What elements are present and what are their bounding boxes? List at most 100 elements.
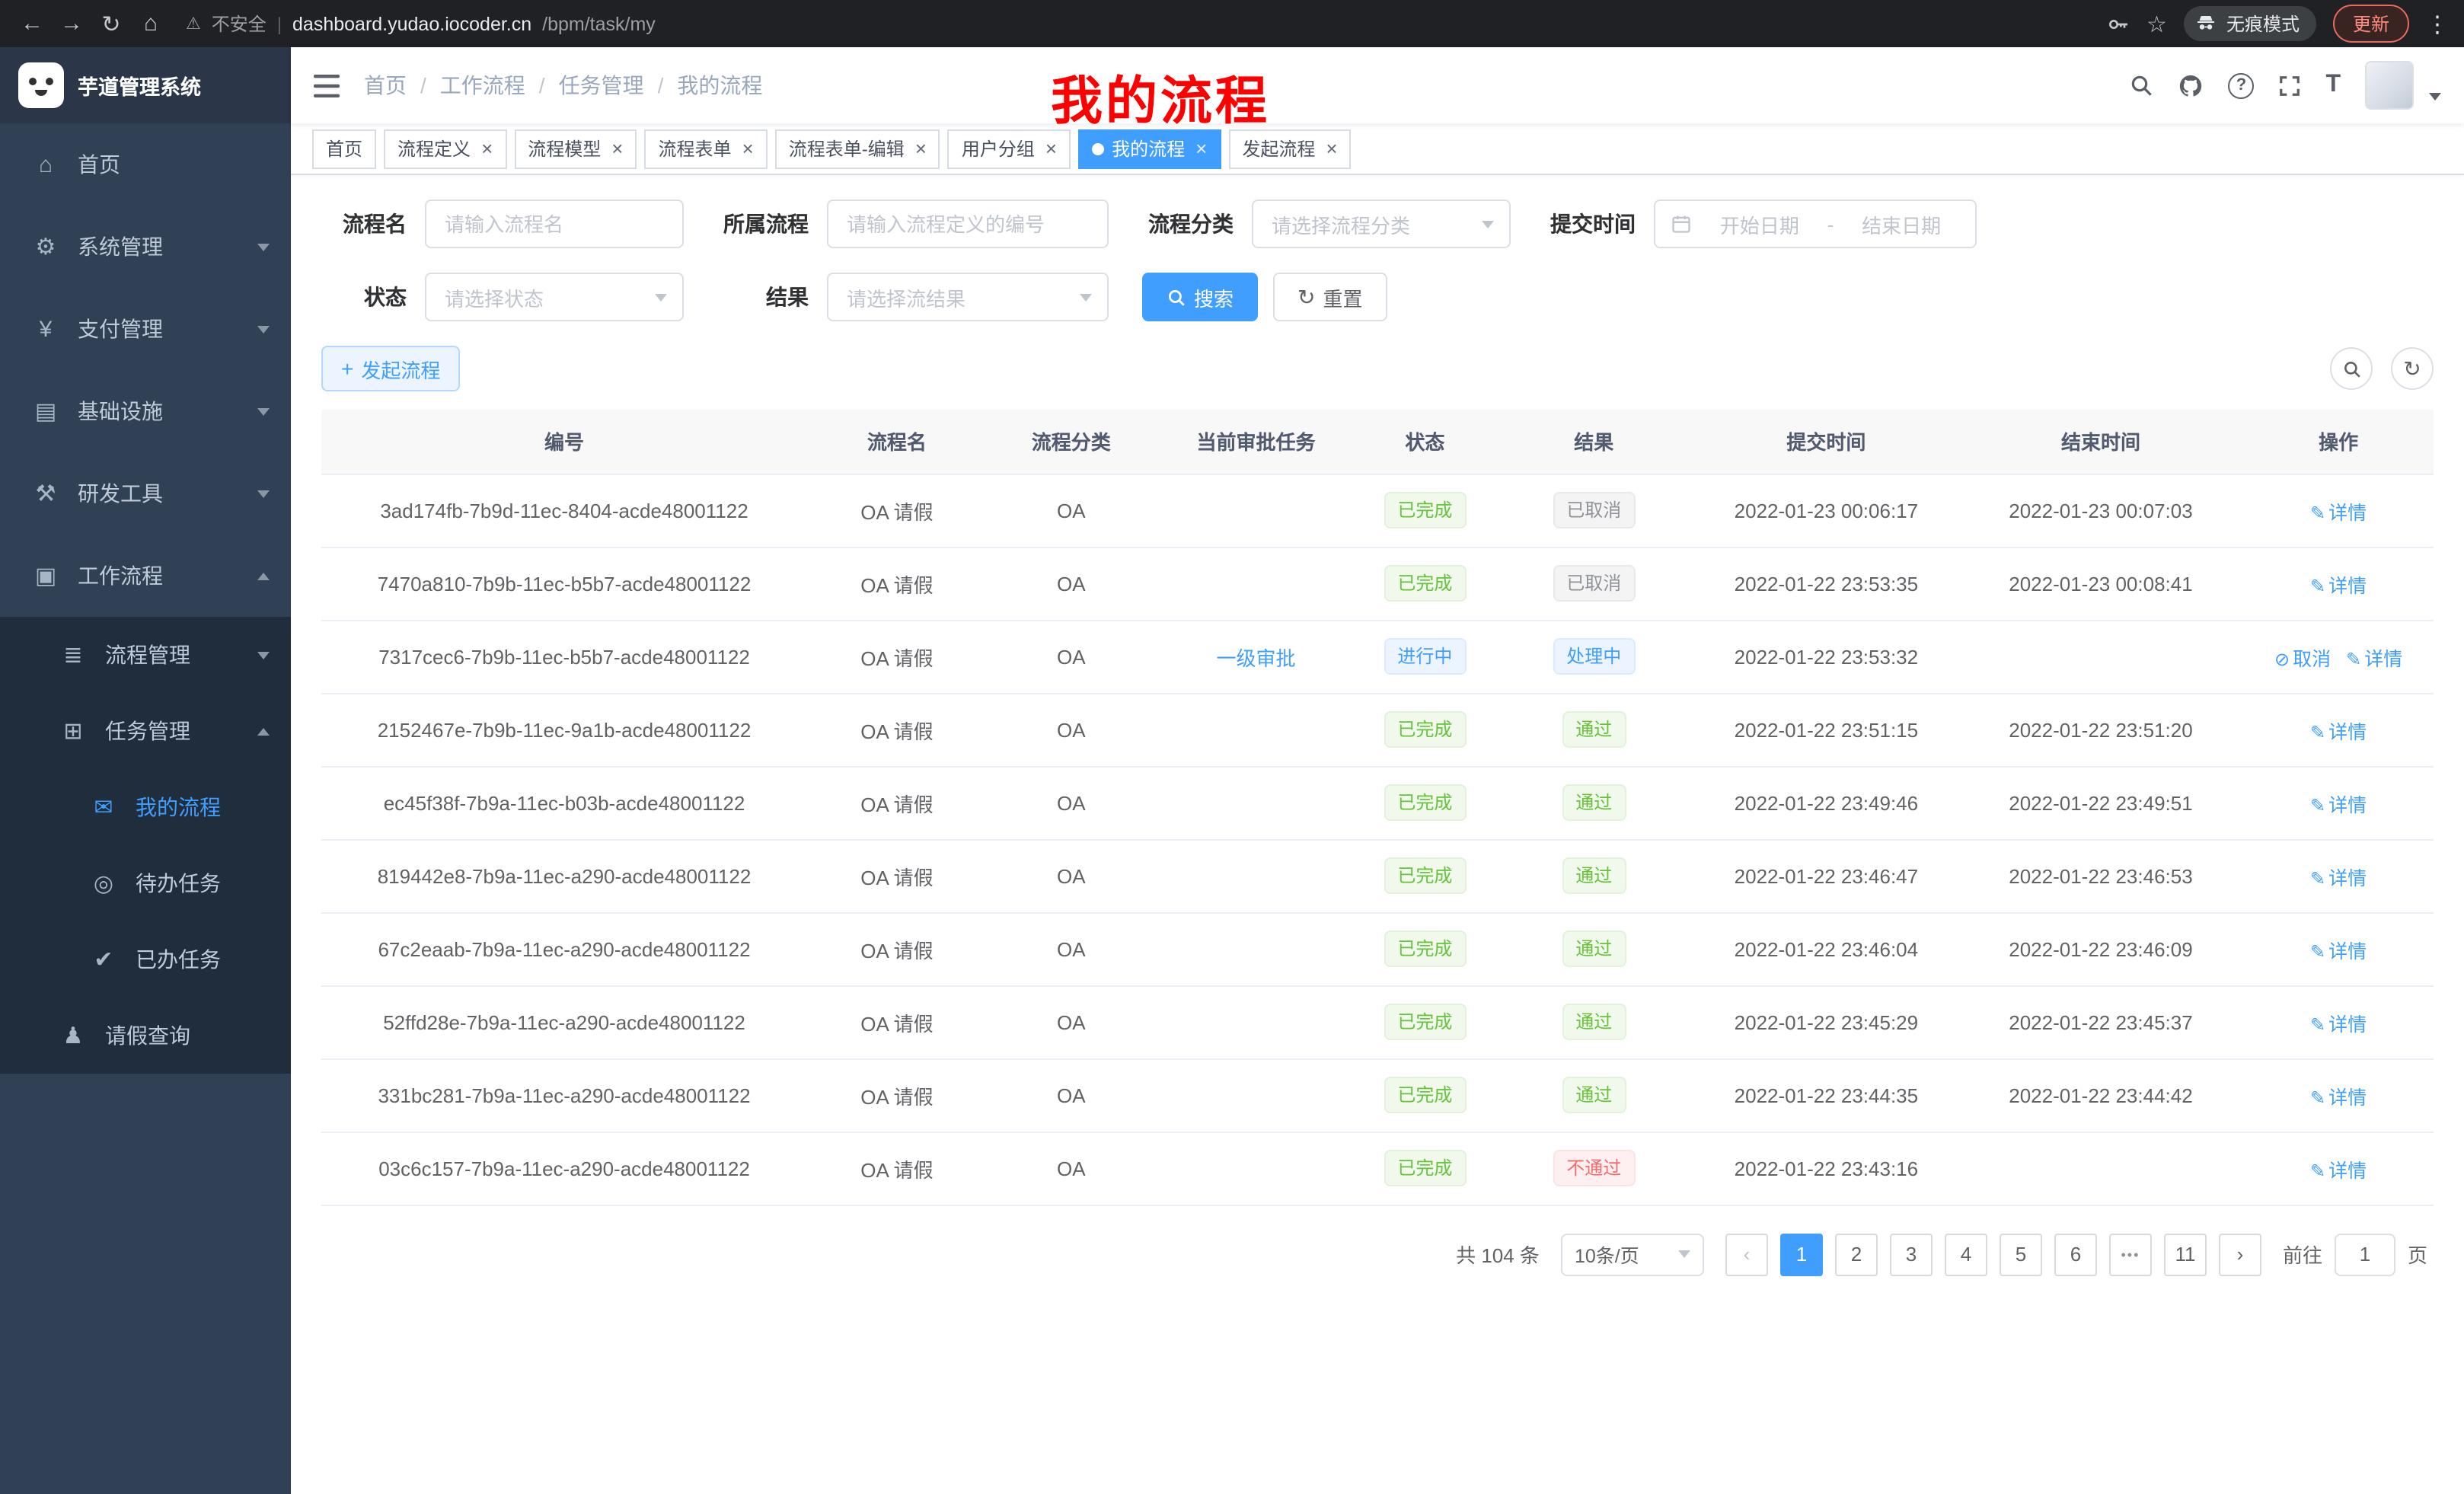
create-process-button[interactable]: + 发起流程: [321, 346, 460, 391]
fullscreen-icon[interactable]: [2278, 74, 2301, 97]
search-button[interactable]: 搜索: [1142, 273, 1258, 321]
breadcrumb-item[interactable]: 我的流程: [677, 70, 762, 101]
breadcrumb-item[interactable]: 工作流程: [440, 70, 525, 101]
table-header-row: 编号流程名流程分类当前审批任务状态结果提交时间结束时间操作: [321, 410, 2434, 474]
incognito-badge[interactable]: 无痕模式: [2184, 6, 2316, 41]
next-page-button[interactable]: ›: [2219, 1233, 2261, 1275]
reload-icon[interactable]: ↻: [91, 4, 131, 43]
detail-link[interactable]: ✎详情: [2310, 1014, 2367, 1035]
font-size-icon[interactable]: T: [2325, 72, 2341, 99]
back-icon[interactable]: ←: [12, 4, 52, 43]
table-row: 7470a810-7b9b-11ec-b5b7-acde48001122OA 请…: [321, 547, 2434, 620]
chevron-down-icon: [257, 243, 270, 251]
reset-button[interactable]: ↻ 重置: [1273, 273, 1387, 321]
detail-link[interactable]: ✎详情: [2310, 794, 2367, 816]
current-task-link[interactable]: 一级审批: [1216, 646, 1295, 669]
address-bar[interactable]: ⚠ 不安全 | dashboard.yudao.iocoder.cn/bpm/t…: [186, 11, 2105, 37]
detail-link[interactable]: ✎详情: [2310, 575, 2367, 596]
detail-link[interactable]: ✎详情: [2310, 867, 2367, 889]
chevron-down-icon: [257, 651, 270, 659]
github-icon[interactable]: [2178, 72, 2204, 98]
tab-close-icon[interactable]: ×: [1045, 139, 1057, 158]
toolbar-search-icon[interactable]: [2330, 347, 2373, 390]
page-button-4[interactable]: 4: [1945, 1233, 1987, 1275]
key-icon[interactable]: [2105, 11, 2130, 36]
browser-menu-icon[interactable]: ⋮: [2426, 10, 2449, 37]
tab-close-icon[interactable]: ×: [1326, 139, 1337, 158]
tab-流程定义[interactable]: 流程定义×: [384, 129, 506, 168]
sidebar-item-首页[interactable]: ⌂首页: [0, 123, 291, 206]
sidebar-item-任务管理[interactable]: ⊞任务管理: [0, 693, 291, 769]
sidebar-item-待办任务[interactable]: ◎待办任务: [0, 845, 291, 921]
incognito-icon: [2194, 12, 2217, 35]
detail-link[interactable]: ✎详情: [2310, 940, 2367, 962]
sidebar-item-流程管理[interactable]: ≣流程管理: [0, 617, 291, 693]
table-row: 7317cec6-7b9b-11ec-b5b7-acde48001122OA 请…: [321, 620, 2434, 693]
sidebar-item-工作流程[interactable]: ▣工作流程: [0, 535, 291, 617]
sidebar-item-我的流程[interactable]: ✉我的流程: [0, 769, 291, 845]
sidebar-item-研发工具[interactable]: ⚒研发工具: [0, 452, 291, 535]
forward-icon[interactable]: →: [52, 4, 91, 43]
tab-发起流程[interactable]: 发起流程×: [1228, 129, 1351, 168]
sidebar-item-请假查询[interactable]: ♟请假查询: [0, 998, 291, 1074]
column-header: 流程分类: [987, 410, 1156, 474]
tab-流程表单-编辑[interactable]: 流程表单-编辑×: [775, 129, 940, 168]
tab-我的流程[interactable]: 我的流程×: [1078, 129, 1221, 168]
column-header: 编号: [321, 410, 807, 474]
more-pages-button[interactable]: •••: [2109, 1233, 2152, 1275]
process-name-input[interactable]: [425, 200, 684, 248]
category-select[interactable]: 请选择流程分类: [1252, 200, 1511, 248]
cell-status: 已完成: [1356, 693, 1493, 766]
result-select[interactable]: 请选择流结果: [827, 273, 1109, 321]
hamburger-icon[interactable]: [314, 74, 340, 97]
submit-time-range-picker[interactable]: 开始日期 - 结束日期: [1654, 200, 1977, 248]
cancel-link[interactable]: ⊘取消: [2274, 648, 2331, 669]
status-select[interactable]: 请选择状态: [425, 273, 684, 321]
yen-icon: ¥: [30, 316, 61, 342]
breadcrumb-item[interactable]: 任务管理: [559, 70, 644, 101]
tab-流程模型[interactable]: 流程模型×: [514, 129, 637, 168]
page-button-3[interactable]: 3: [1890, 1233, 1933, 1275]
chevron-down-icon: [257, 490, 270, 497]
tab-close-icon[interactable]: ×: [1195, 139, 1207, 158]
breadcrumb-item[interactable]: 首页: [364, 70, 407, 101]
page-button-5[interactable]: 5: [2000, 1233, 2042, 1275]
tab-close-icon[interactable]: ×: [611, 139, 623, 158]
cell-submit-time: 2022-01-22 23:46:04: [1694, 912, 1958, 985]
page-button-1[interactable]: 1: [1780, 1233, 1823, 1275]
page-button-2[interactable]: 2: [1835, 1233, 1878, 1275]
page-button-6[interactable]: 6: [2054, 1233, 2097, 1275]
tab-close-icon[interactable]: ×: [915, 139, 927, 158]
detail-link[interactable]: ✎详情: [2346, 648, 2402, 669]
toolbar-refresh-icon[interactable]: ↻: [2391, 347, 2434, 390]
end-date-placeholder: 结束日期: [1843, 209, 1960, 238]
detail-link[interactable]: ✎详情: [2310, 721, 2367, 742]
page-button-11[interactable]: 11: [2164, 1233, 2207, 1275]
header-search-icon[interactable]: [2129, 73, 2153, 97]
sidebar-item-系统管理[interactable]: ⚙系统管理: [0, 206, 291, 288]
sidebar-item-已办任务[interactable]: ✔已办任务: [0, 921, 291, 998]
tab-close-icon[interactable]: ×: [481, 139, 493, 158]
tab-首页[interactable]: 首页: [312, 129, 376, 168]
security-label: 不安全: [212, 11, 267, 37]
help-icon[interactable]: ?: [2228, 72, 2254, 98]
page-size-select[interactable]: 10条/页: [1561, 1233, 1704, 1275]
caret-down-icon[interactable]: [2429, 92, 2441, 100]
tab-流程表单[interactable]: 流程表单×: [644, 129, 767, 168]
owner-process-input[interactable]: [827, 200, 1109, 248]
edit-icon: ✎: [2310, 1160, 2325, 1181]
avatar[interactable]: [2365, 61, 2414, 110]
detail-link[interactable]: ✎详情: [2310, 502, 2367, 523]
bookmark-star-icon[interactable]: ☆: [2146, 10, 2167, 37]
sidebar-item-支付管理[interactable]: ¥支付管理: [0, 288, 291, 370]
tab-close-icon[interactable]: ×: [742, 139, 754, 158]
goto-page-input[interactable]: [2335, 1233, 2395, 1275]
sidebar-item-基础设施[interactable]: ▤基础设施: [0, 370, 291, 452]
tab-用户分组[interactable]: 用户分组×: [948, 129, 1071, 168]
app-logo[interactable]: 芋道管理系统: [0, 47, 291, 123]
prev-page-button[interactable]: ‹: [1725, 1233, 1768, 1275]
detail-link[interactable]: ✎详情: [2310, 1087, 2367, 1108]
update-button[interactable]: 更新: [2333, 5, 2409, 43]
detail-link[interactable]: ✎详情: [2310, 1160, 2367, 1181]
browser-home-icon[interactable]: ⌂: [131, 4, 171, 43]
